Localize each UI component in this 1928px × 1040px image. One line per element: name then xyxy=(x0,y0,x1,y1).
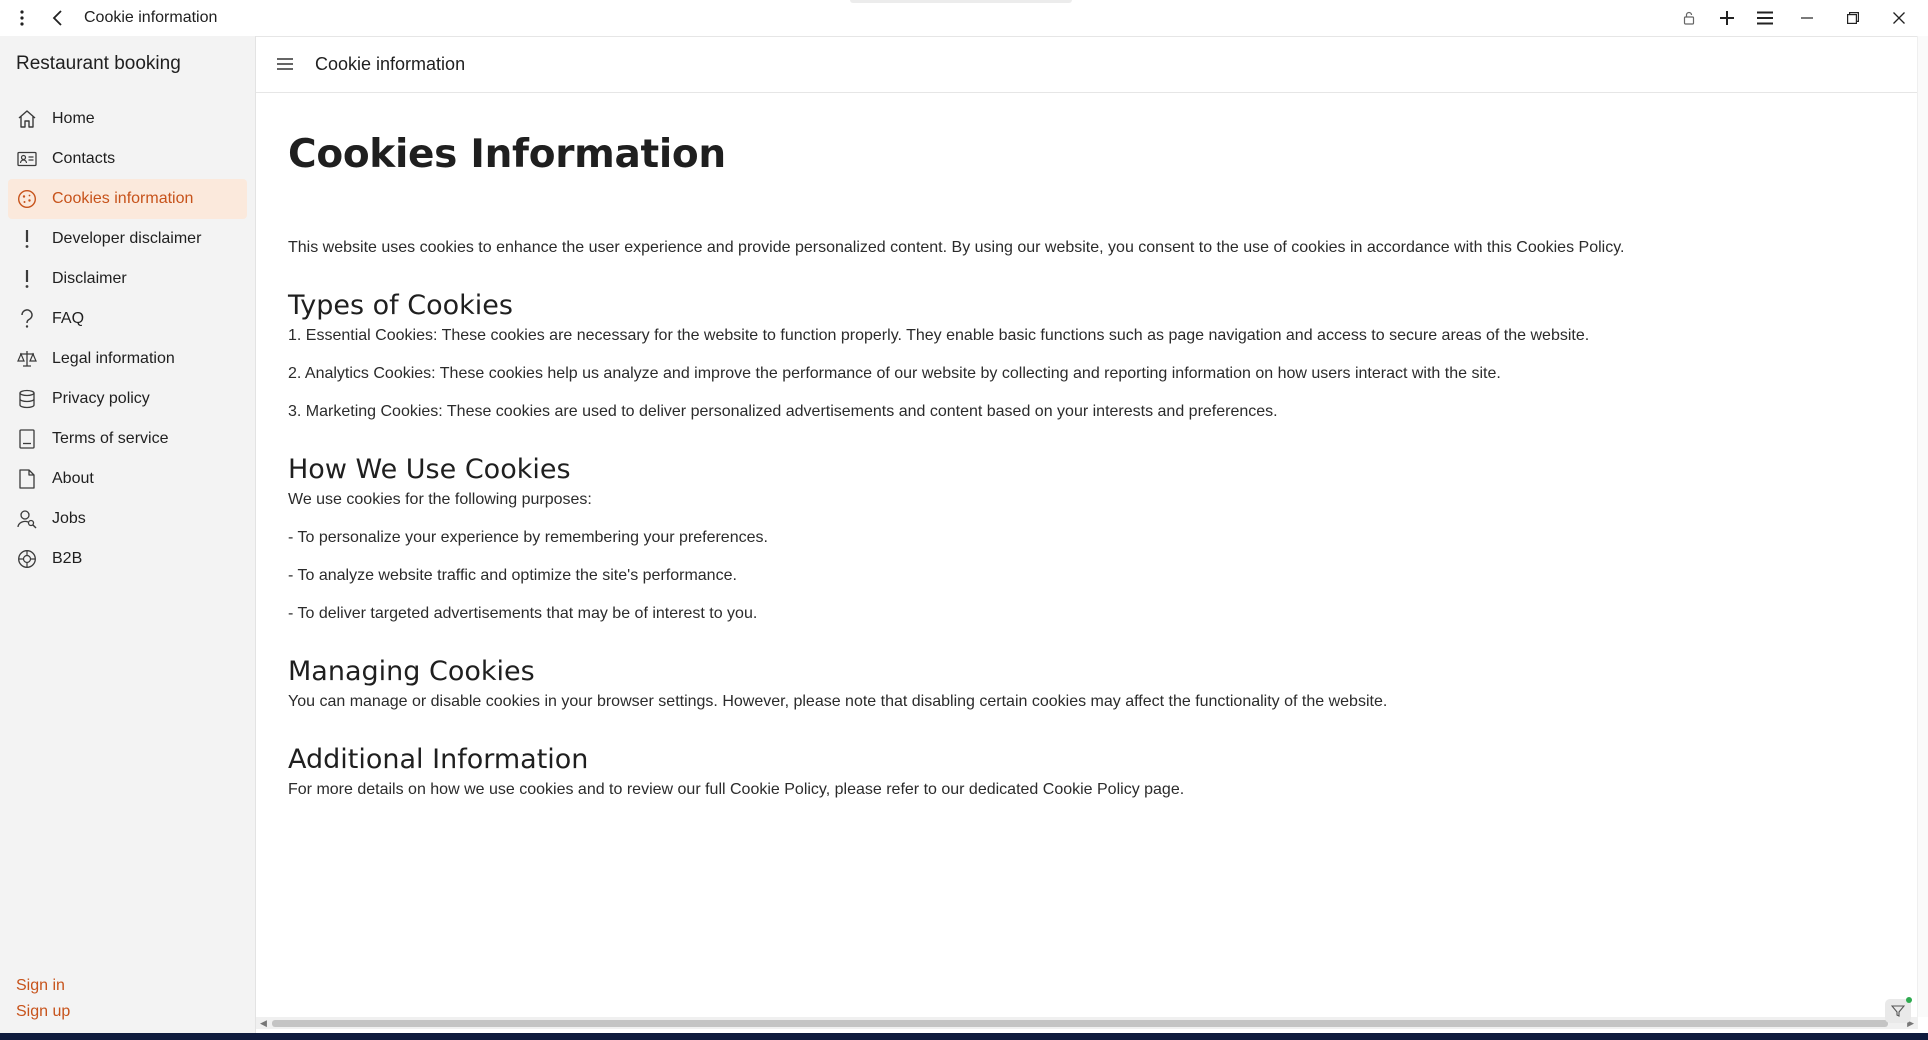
sidebar-item-about[interactable]: About xyxy=(8,459,247,499)
sidebar-item-label: Privacy policy xyxy=(52,390,150,407)
section-heading: Additional Information xyxy=(288,744,589,775)
auth-links: Sign in Sign up xyxy=(16,973,70,1025)
section-lead: We use cookies for the following purpose… xyxy=(288,491,592,508)
filter-icon[interactable] xyxy=(1885,997,1912,1023)
globe-icon xyxy=(16,548,38,570)
sidebar-nav: Home Contacts Cookies information Develo… xyxy=(8,99,247,579)
main-content: Cookies Information This website uses co… xyxy=(288,100,1888,800)
managing-cookies-section: Managing Cookies You can manage or disab… xyxy=(288,654,1888,712)
drag-handle[interactable] xyxy=(850,0,1072,3)
intro-paragraph: This website uses cookies to enhance the… xyxy=(288,239,1625,256)
sidebar-item-label: Developer disclaimer xyxy=(52,230,202,247)
vertical-scrollbar-track[interactable] xyxy=(1917,36,1928,1017)
sidebar-item-contacts[interactable]: Contacts xyxy=(8,139,247,179)
sign-up-link[interactable]: Sign up xyxy=(16,999,70,1025)
question-icon xyxy=(16,308,38,330)
list-item: - To personalize your experience by reme… xyxy=(288,529,768,546)
section-text: You can manage or disable cookies in you… xyxy=(288,693,1388,710)
menu-icon[interactable] xyxy=(1746,0,1784,36)
section-heading: Managing Cookies xyxy=(288,656,535,687)
cookie-icon xyxy=(16,188,38,210)
contact-card-icon xyxy=(16,148,38,170)
sidebar-item-faq[interactable]: FAQ xyxy=(8,299,247,339)
types-of-cookies-section: Types of Cookies 1. Essential Cookies: T… xyxy=(288,288,1888,422)
sidebar-item-privacy-policy[interactable]: Privacy policy xyxy=(8,379,247,419)
sidebar-item-label: Cookies information xyxy=(52,190,194,207)
lock-icon[interactable] xyxy=(1670,0,1708,36)
section-text: For more details on how we use cookies a… xyxy=(288,781,1185,798)
sign-in-link[interactable]: Sign in xyxy=(16,973,70,999)
add-icon[interactable] xyxy=(1708,0,1746,36)
list-item: 1. Essential Cookies: These cookies are … xyxy=(288,327,1590,344)
minimize-icon[interactable] xyxy=(1784,0,1830,36)
close-icon[interactable] xyxy=(1876,0,1922,36)
database-icon xyxy=(16,388,38,410)
app-title: Restaurant booking xyxy=(16,53,181,74)
hamburger-menu-icon[interactable] xyxy=(273,52,297,76)
sidebar: Restaurant booking Home Contacts Cookies… xyxy=(0,36,256,1033)
sidebar-item-terms-of-service[interactable]: Terms of service xyxy=(8,419,247,459)
sidebar-item-label: Contacts xyxy=(52,150,116,167)
scrollbar-thumb[interactable] xyxy=(272,1020,1888,1027)
horizontal-scrollbar[interactable]: ◀ ▶ xyxy=(256,1017,1918,1029)
sidebar-item-legal-information[interactable]: Legal information xyxy=(8,339,247,379)
list-item: 2. Analytics Cookies: These cookies help… xyxy=(288,365,1501,382)
sidebar-item-label: About xyxy=(52,470,94,487)
sidebar-item-developer-disclaimer[interactable]: Developer disclaimer xyxy=(8,219,247,259)
back-arrow-icon[interactable] xyxy=(40,0,76,36)
content-heading: Cookies Information xyxy=(288,132,726,177)
scales-icon xyxy=(16,348,38,370)
page-icon xyxy=(16,468,38,490)
person-search-icon xyxy=(16,508,38,530)
list-item: 3. Marketing Cookies: These cookies are … xyxy=(288,403,1278,420)
page-header: Cookie information xyxy=(256,36,1918,93)
restore-icon[interactable] xyxy=(1830,0,1876,36)
scroll-left-icon[interactable]: ◀ xyxy=(260,1017,267,1029)
list-item: - To analyze website traffic and optimiz… xyxy=(288,567,737,584)
exclamation-icon xyxy=(16,228,38,250)
additional-information-section: Additional Information For more details … xyxy=(288,742,1888,800)
title-bar: Cookie information xyxy=(0,0,1928,37)
status-dot xyxy=(1906,997,1912,1003)
list-item: - To deliver targeted advertisements tha… xyxy=(288,605,758,622)
sidebar-item-label: Terms of service xyxy=(52,430,169,447)
home-icon xyxy=(16,108,38,130)
sidebar-item-label: Disclaimer xyxy=(52,270,127,287)
how-we-use-cookies-section: How We Use Cookies We use cookies for th… xyxy=(288,452,1888,624)
window-title: Cookie information xyxy=(84,9,218,26)
sidebar-item-disclaimer[interactable]: Disclaimer xyxy=(8,259,247,299)
page-title: Cookie information xyxy=(315,53,466,74)
exclamation-icon xyxy=(16,268,38,290)
sidebar-item-label: FAQ xyxy=(52,310,85,327)
taskbar-strip xyxy=(0,1033,1928,1040)
sidebar-item-b2b[interactable]: B2B xyxy=(8,539,247,579)
document-list-icon xyxy=(16,428,38,450)
section-heading: How We Use Cookies xyxy=(288,454,571,485)
sidebar-item-label: Home xyxy=(52,110,95,127)
sidebar-item-jobs[interactable]: Jobs xyxy=(8,499,247,539)
sidebar-item-label: B2B xyxy=(52,550,83,567)
sidebar-item-home[interactable]: Home xyxy=(8,99,247,139)
sidebar-item-label: Legal information xyxy=(52,350,175,367)
section-heading: Types of Cookies xyxy=(288,290,513,321)
sidebar-item-cookies-information[interactable]: Cookies information xyxy=(8,179,247,219)
sidebar-item-label: Jobs xyxy=(52,510,86,527)
more-options-icon[interactable] xyxy=(4,0,40,36)
